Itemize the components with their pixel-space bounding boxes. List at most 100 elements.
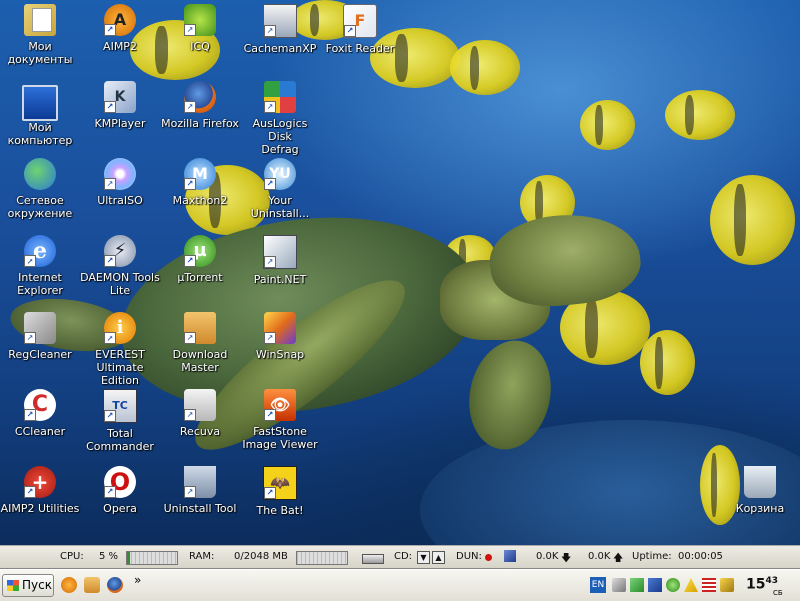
shortcut-arrow-icon: ↗ (104, 332, 116, 344)
hard-drive-icon (362, 554, 384, 564)
desktop-icon-ccleaner[interactable]: C ↗ CCleaner (0, 389, 80, 438)
everest-glyph: i (116, 317, 124, 338)
shortcut-arrow-icon: ↗ (184, 101, 196, 113)
quicklaunch-overflow-chevron[interactable]: » (134, 573, 141, 587)
volume-icon[interactable] (612, 578, 626, 592)
shortcut-arrow-icon: ↗ (184, 255, 196, 267)
desktop-icon-download-master[interactable]: ↗ Download Master (160, 312, 240, 374)
yellow-fish (640, 330, 695, 395)
uptime-label: Uptime: (632, 551, 672, 562)
desktop-icon-everest[interactable]: i ↗ EVEREST Ultimate Edition (80, 312, 160, 387)
ram-label: RAM: (189, 551, 215, 562)
ram-value: 0/2048 MB (234, 551, 288, 562)
desktop-icon-kmplayer[interactable]: K ↗ KMPlayer (80, 81, 160, 130)
cpu-value: 5 % (99, 551, 119, 562)
desktop-icon-regcleaner[interactable]: ↗ RegCleaner (0, 312, 80, 361)
ccleaner-icon: C ↗ (24, 389, 56, 421)
auslogics-defrag-icon: ↗ (264, 81, 296, 113)
desktop-icon-auslogics-defrag[interactable]: ↗ AusLogics Disk Defrag (240, 81, 320, 156)
icon-label: EVEREST Ultimate Edition (95, 348, 145, 387)
desktop-icon-aimp2[interactable]: A ↗ AIMP2 (80, 4, 160, 53)
flag-tray-icon[interactable] (702, 578, 716, 592)
shortcut-arrow-icon: ↗ (264, 487, 276, 499)
daemon-tools-icon: ⚡ ↗ (104, 235, 136, 267)
internet-explorer-icon: e ↗ (24, 235, 56, 267)
desktop-icon-total-commander[interactable]: TC ↗ Total Commander (80, 389, 160, 453)
km-glyph: K (114, 89, 126, 105)
cpu-meter (126, 551, 178, 565)
desktop-icon-opera[interactable]: O ↗ Opera (80, 466, 160, 515)
yellow-fish (580, 100, 635, 150)
cd-eject-button[interactable]: ▲ (432, 551, 445, 564)
desktop-icon-my-computer[interactable]: Мой компьютер (0, 81, 80, 147)
desktop-icon-recuva[interactable]: ↗ Recuva (160, 389, 240, 438)
shortcut-arrow-icon: ↗ (104, 486, 116, 498)
utorrent-tray-icon[interactable] (666, 578, 680, 592)
language-indicator[interactable]: EN (590, 577, 606, 593)
quicklaunch-download-master-icon[interactable] (84, 577, 100, 593)
shortcut-arrow-icon: ↗ (104, 178, 116, 190)
aimp2-utilities-icon: + ↗ (24, 466, 56, 498)
desktop-icon-faststone[interactable]: 👁 ↗ FastStone Image Viewer (240, 389, 320, 451)
icon-label: AIMP2 Utilities (0, 502, 80, 515)
desktop-icon-your-uninstaller[interactable]: YU ↗ Your Uninstall... (240, 158, 320, 220)
warning-tray-icon[interactable] (684, 578, 698, 592)
utorrent-icon: µ ↗ (184, 235, 216, 267)
quicklaunch-firefox-icon[interactable] (107, 577, 123, 593)
desktop-icon-uninstall-tool[interactable]: ↗ Uninstall Tool (160, 466, 240, 515)
desktop-icon-winsnap[interactable]: ↗ WinSnap (240, 312, 320, 361)
monitor-tray-icon[interactable] (648, 578, 662, 592)
desktop-icon-firefox[interactable]: ↗ Mozilla Firefox (160, 81, 240, 130)
maxthon-icon: M ↗ (184, 158, 216, 190)
shortcut-arrow-icon: ↗ (264, 101, 276, 113)
desktop-icon-recycle-bin[interactable]: Корзина (720, 466, 800, 515)
shortcut-arrow-icon: ↗ (184, 24, 196, 36)
cd-down-button[interactable]: ▼ (417, 551, 430, 564)
desktop-icon-icq[interactable]: ↗ ICQ (160, 4, 240, 53)
desktop-icon-foxit-reader[interactable]: F ↗ Foxit Reader (320, 4, 400, 55)
start-button-label: Пуск (22, 578, 52, 592)
desktop-icon-cachemanxp[interactable]: ↗ CachemanXP (240, 4, 320, 55)
your-uninstaller-icon: YU ↗ (264, 158, 296, 190)
icon-label: CCleaner (14, 425, 66, 438)
icon-label: Recuva (179, 425, 221, 438)
windows-logo-icon (7, 580, 19, 591)
desktop-icon-network-places[interactable]: Сетевое окружение (0, 158, 80, 220)
quicklaunch-aimp-icon[interactable] (61, 577, 77, 593)
desktop-icon-aimp2-utilities[interactable]: + ↗ AIMP2 Utilities (0, 466, 80, 515)
shortcut-arrow-icon: ↗ (344, 25, 356, 37)
firefox-icon: ↗ (184, 81, 216, 113)
desktop-icon-paint-net[interactable]: ↗ Paint.NET (240, 235, 320, 286)
desktop-icon-maxthon[interactable]: M ↗ Maxthon2 (160, 158, 240, 207)
start-button[interactable]: Пуск (2, 574, 54, 597)
desktop-icon-utorrent[interactable]: µ ↗ µTorrent (160, 235, 240, 284)
desktop-icon-the-bat[interactable]: 🦇 ↗ The Bat! (240, 466, 320, 517)
shortcut-arrow-icon: ↗ (264, 25, 276, 37)
desktop-icon-internet-explorer[interactable]: e ↗ Internet Explorer (0, 235, 80, 297)
cd-label: CD: (394, 551, 413, 562)
icon-label: Your Uninstall... (250, 194, 310, 220)
shortcut-arrow-icon: ↗ (264, 332, 276, 344)
faststone-icon: 👁 ↗ (264, 389, 296, 421)
tools-tray-icon[interactable] (720, 578, 734, 592)
icon-label: Download Master (172, 348, 228, 374)
icon-label: Мой компьютер (7, 121, 73, 147)
paint-net-icon: ↗ (263, 235, 297, 269)
ram-meter (296, 551, 348, 565)
my-documents-icon (24, 4, 56, 36)
network-tray-icon[interactable] (630, 578, 644, 592)
foxit-reader-icon: F ↗ (343, 4, 377, 38)
desktop-icon-my-documents[interactable]: Мои документы (0, 4, 80, 66)
taskbar: Пуск » EN 1543 СБ (0, 569, 800, 601)
desktop-icon-daemon-tools[interactable]: ⚡ ↗ DAEMON Tools Lite (80, 235, 160, 297)
icon-label: UltraISO (97, 194, 143, 207)
icon-label: WinSnap (255, 348, 305, 361)
kmplayer-icon: K ↗ (104, 81, 136, 113)
total-commander-icon: TC ↗ (103, 389, 137, 423)
icon-label: Uninstall Tool (163, 502, 237, 515)
desktop-icon-ultraiso[interactable]: ↗ UltraISO (80, 158, 160, 207)
icon-label: Maxthon2 (172, 194, 228, 207)
shortcut-arrow-icon: ↗ (104, 255, 116, 267)
yellow-fish (710, 175, 795, 265)
icon-label: Internet Explorer (17, 271, 63, 297)
